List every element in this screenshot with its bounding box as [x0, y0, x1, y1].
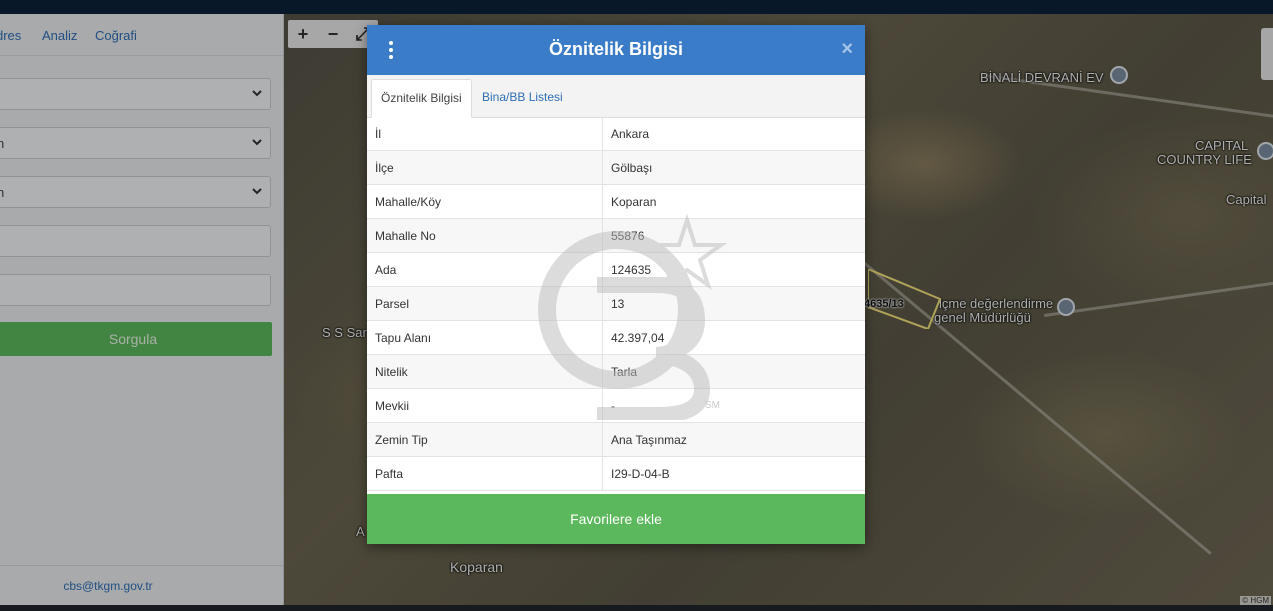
tab-analiz[interactable]: Analiz	[42, 28, 77, 43]
map-label-poi: COUNTRY LIFE	[1157, 152, 1252, 167]
location-pin-icon[interactable]	[1110, 66, 1128, 84]
attribute-value: I29-D-04-B	[602, 456, 865, 491]
attribute-key: İlçe	[367, 150, 603, 185]
map-label-poi: BİNALİ DEVRANİ EV	[980, 70, 1104, 85]
chevron-down-icon	[252, 90, 262, 97]
query-button[interactable]: Sorgula	[0, 322, 272, 356]
attribute-key: Tapu Alanı	[367, 320, 603, 355]
location-pin-icon[interactable]	[1057, 298, 1075, 316]
zoom-out-button[interactable]: −	[318, 20, 348, 48]
map-label-place: A	[356, 524, 365, 539]
map-label-poi: CAPITAL	[1195, 138, 1249, 153]
attribute-value: Ana Taşınmaz	[602, 422, 865, 457]
tab-adres[interactable]: dres	[0, 28, 21, 43]
ilce-select[interactable]: n	[0, 127, 271, 159]
tab-cografi[interactable]: Coğrafi	[95, 28, 137, 43]
zoom-in-button[interactable]: +	[288, 20, 318, 48]
bottom-bar	[0, 605, 1273, 611]
table-row: Ada 124635	[367, 252, 865, 287]
attribute-key: İl	[367, 117, 603, 151]
map-label-place: Koparan	[450, 559, 503, 575]
attribute-value: Ankara	[602, 117, 865, 151]
map-copyright: © HGM	[1240, 596, 1271, 605]
table-row: Mevkii -	[367, 388, 865, 423]
map-side-control[interactable]	[1261, 28, 1273, 80]
top-navbar	[0, 0, 1273, 14]
map-label-poi: Capital	[1226, 192, 1267, 207]
footer-divider	[0, 565, 283, 566]
table-row: İlçe Gölbaşı	[367, 150, 865, 185]
table-row: İl Ankara	[367, 117, 865, 151]
attribute-value: Gölbaşı	[602, 150, 865, 185]
tab-oznitelik[interactable]: Öznitelik Bilgisi	[371, 79, 472, 118]
chevron-down-icon	[252, 188, 262, 195]
il-select[interactable]	[0, 78, 271, 110]
attribute-key: Mahalle No	[367, 218, 603, 253]
attribute-key: Mevkii	[367, 388, 603, 423]
modal-title: Öznitelik Bilgisi	[548, 39, 684, 59]
map-road	[1044, 280, 1273, 317]
attribute-modal: Öznitelik Bilgisi × Öznitelik Bilgisi Bi…	[367, 25, 865, 544]
attribute-key: Zemin Tip	[367, 422, 603, 457]
table-row: Mahalle No 55876	[367, 218, 865, 253]
search-tabs: dres Analiz Coğrafi	[0, 14, 283, 56]
ada-input[interactable]	[0, 225, 271, 257]
attribute-value: 124635	[602, 252, 865, 287]
table-row: Zemin Tip Ana Taşınmaz	[367, 422, 865, 457]
parcel-label: 4635/13	[864, 298, 904, 310]
contact-email-link[interactable]: cbs@tkgm.gov.tr	[0, 579, 216, 593]
table-row: Tapu Alanı 42.397,04	[367, 320, 865, 355]
attribute-key: Pafta	[367, 456, 603, 491]
modal-tabs: Öznitelik Bilgisi Bina/BB Listesi	[367, 75, 865, 118]
modal-header: Öznitelik Bilgisi ×	[367, 25, 865, 75]
mahalle-select[interactable]: n	[0, 176, 271, 208]
mahalle-select-value: n	[0, 185, 5, 200]
close-icon[interactable]: ×	[841, 38, 853, 61]
attribute-value: 13	[602, 286, 865, 321]
attribute-value: -	[602, 388, 865, 423]
chevron-down-icon	[252, 139, 262, 146]
attribute-value: Tarla	[602, 354, 865, 389]
map-toolbar: + − ⤢	[288, 20, 378, 48]
table-row: Nitelik Tarla	[367, 354, 865, 389]
attribute-key: Mahalle/Köy	[367, 184, 603, 219]
attribute-key: Parsel	[367, 286, 603, 321]
map-label-place: S S Sar	[322, 325, 367, 340]
attribute-value: Koparan	[602, 184, 865, 219]
attribute-key: Ada	[367, 252, 603, 287]
ilce-select-value: n	[0, 136, 5, 151]
left-panel: dres Analiz Coğrafi n n Sorgula cbs@tkgm…	[0, 14, 284, 605]
attribute-value: 55876	[602, 218, 865, 253]
table-row: Pafta I29-D-04-B	[367, 456, 865, 491]
add-favorite-button[interactable]: Favorilere ekle	[367, 494, 865, 544]
attribute-table: İl Ankara İlçe Gölbaşı Mahalle/Köy Koparan Mah…	[367, 117, 865, 491]
attribute-value: 42.397,04	[602, 320, 865, 355]
table-row: Mahalle/Köy Koparan	[367, 184, 865, 219]
parsel-input[interactable]	[0, 274, 271, 306]
tab-bina-listesi[interactable]: Bina/BB Listesi	[473, 79, 572, 116]
attribute-key: Nitelik	[367, 354, 603, 389]
map-label-poi: genel Müdürlüğü	[934, 310, 1031, 325]
map-label-poi: lçme değerlendirme	[939, 296, 1054, 311]
table-row: Parsel 13	[367, 286, 865, 321]
location-pin-icon[interactable]	[1257, 142, 1273, 160]
